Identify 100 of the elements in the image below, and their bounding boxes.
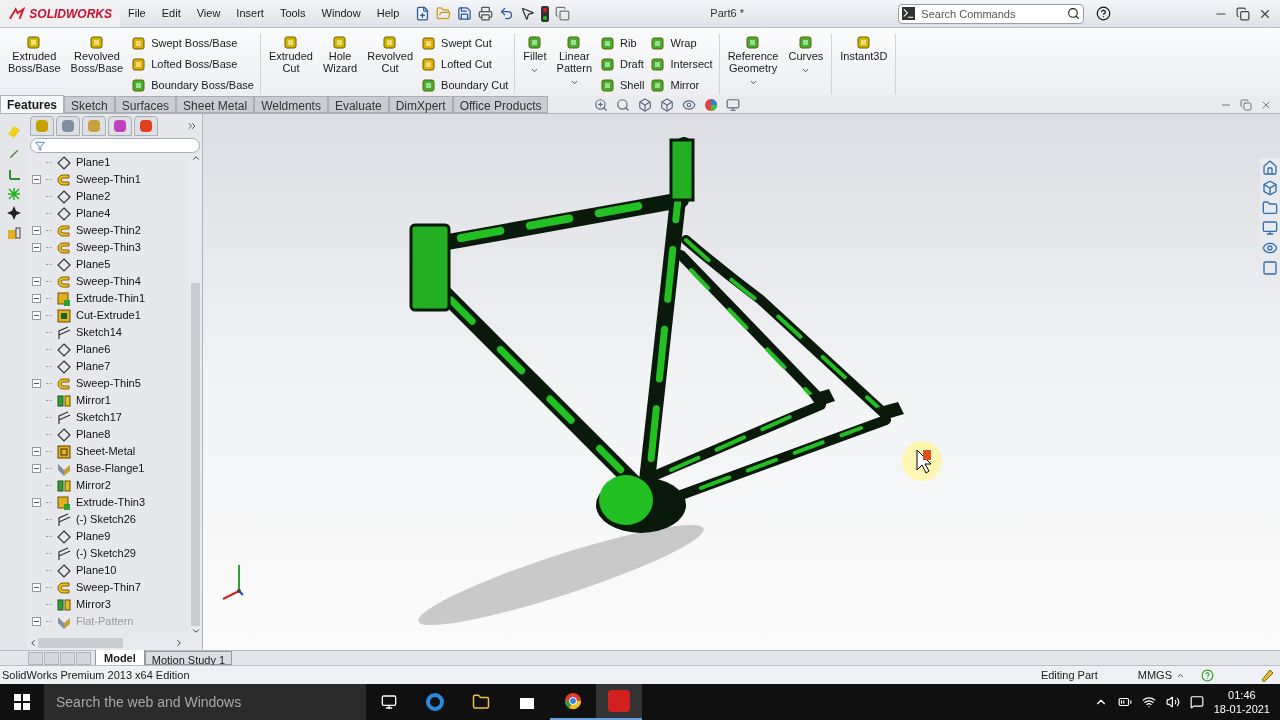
tree-item[interactable]: Plane9	[28, 528, 189, 545]
tree-item[interactable]: Sketch14	[28, 324, 189, 341]
search-commands-field[interactable]: Search Commands	[898, 3, 1085, 24]
bottom-tab[interactable]: Model	[95, 650, 145, 665]
units-button[interactable]: MMGS	[1137, 666, 1185, 684]
tree-item[interactable]: Plane4	[28, 205, 189, 222]
tree-item[interactable]: Sweep-Thin5	[28, 375, 189, 392]
ribbon-button[interactable]: Swept Boss/Base	[131, 34, 254, 52]
tree-item[interactable]: Sweep-Thin7	[28, 579, 189, 596]
ribbon-button[interactable]: Mirror	[650, 76, 713, 94]
command-tab[interactable]: DimXpert	[388, 96, 453, 113]
tree-item[interactable]: Mirror3	[28, 596, 189, 613]
taskbar-search-field[interactable]: Search the web and Windows	[44, 684, 366, 720]
expand-box-icon[interactable]	[31, 311, 41, 320]
command-tab[interactable]: Evaluate	[327, 96, 389, 113]
command-tab[interactable]: Weldments	[254, 96, 328, 113]
tree-item[interactable]: Base-Flange1	[28, 460, 189, 477]
expand-icon[interactable]	[186, 120, 198, 132]
options-icon[interactable]	[555, 6, 571, 21]
menu-item[interactable]: Tools	[271, 5, 314, 22]
ribbon-button[interactable]: Rib	[600, 34, 645, 52]
command-tab[interactable]: Surfaces	[114, 96, 177, 113]
tree-item[interactable]: Plane5	[28, 256, 189, 273]
undo-icon[interactable]	[499, 6, 515, 21]
ribbon-button[interactable]: Hole Wizard	[320, 34, 360, 74]
tree-item[interactable]: Sweep-Thin4	[28, 273, 189, 290]
tree-item[interactable]: Sweep-Thin1	[28, 171, 189, 188]
tree-item[interactable]: (-) Sketch26	[28, 511, 189, 528]
ribbon-button[interactable]: Fillet	[521, 34, 549, 75]
battery-icon[interactable]	[1117, 695, 1132, 709]
vertical-scrollbar[interactable]	[189, 153, 202, 636]
expand-box-icon[interactable]	[31, 226, 41, 235]
tree-item[interactable]: Sweep-Thin3	[28, 239, 189, 256]
save-icon[interactable]	[457, 6, 473, 21]
mate-reference-icon[interactable]	[7, 206, 21, 220]
ribbon-button[interactable]: Lofted Boss/Base	[131, 55, 254, 73]
manager-tab[interactable]	[134, 116, 158, 136]
tree-item[interactable]: Cut-Extrude1	[28, 307, 189, 324]
ribbon-button[interactable]: Swept Cut	[421, 34, 509, 52]
tree-item[interactable]: Extrude-Thin1	[28, 290, 189, 307]
ribbon-button[interactable]: Linear Pattern	[554, 34, 594, 87]
expand-box-icon[interactable]	[31, 175, 41, 184]
pencil-icon[interactable]	[1260, 668, 1274, 682]
manager-tab[interactable]	[108, 116, 132, 136]
command-tab[interactable]: Sketch	[64, 96, 115, 113]
task-pane-icon[interactable]	[1262, 200, 1278, 216]
tree-item[interactable]: Plane6	[28, 341, 189, 358]
traffic-light-icon[interactable]	[541, 5, 550, 22]
expand-box-icon[interactable]	[31, 379, 41, 388]
task-pane-icon[interactable]	[1262, 160, 1278, 176]
menu-item[interactable]: File	[120, 5, 154, 22]
wifi-icon[interactable]	[1141, 695, 1156, 709]
print-icon[interactable]	[478, 6, 494, 21]
display-style-icon[interactable]	[726, 98, 741, 112]
menu-item[interactable]: Window	[313, 5, 369, 22]
menu-item[interactable]: View	[188, 5, 229, 22]
command-tab[interactable]: Sheet Metal	[176, 96, 255, 113]
zoom-icon[interactable]	[594, 98, 609, 112]
ribbon-button[interactable]: Extruded Cut	[266, 34, 315, 74]
close-icon[interactable]	[1260, 99, 1272, 111]
expand-box-icon[interactable]	[31, 498, 41, 507]
tree-item[interactable]: Sketch17	[28, 409, 189, 426]
tree-item[interactable]: (-) Sketch29	[28, 545, 189, 562]
menu-item[interactable]: Edit	[153, 5, 189, 22]
menu-item[interactable]: Insert	[228, 5, 272, 22]
bottom-tab[interactable]: Motion Study 1	[144, 651, 233, 665]
tree-item[interactable]: Sweep-Thin2	[28, 222, 189, 239]
ribbon-button[interactable]: Lofted Cut	[421, 55, 509, 73]
task-pane-icon[interactable]	[1262, 240, 1278, 256]
tree-item[interactable]: Plane7	[28, 358, 189, 375]
task-pane-icon[interactable]	[1262, 220, 1278, 236]
command-tab[interactable]: Features	[0, 95, 65, 113]
zoom-area-icon[interactable]	[616, 98, 631, 112]
select-icon[interactable]	[520, 6, 536, 21]
tree-item[interactable]: Plane10	[28, 562, 189, 579]
tree-item[interactable]: Plane2	[28, 188, 189, 205]
tree-item[interactable]: Mirror1	[28, 392, 189, 409]
tree-item[interactable]: Sheet-Metal	[28, 443, 189, 460]
restore-icon[interactable]	[1236, 6, 1250, 21]
hide-show-icon[interactable]	[682, 98, 697, 112]
expand-box-icon[interactable]	[31, 464, 41, 473]
ribbon-button[interactable]: Wrap	[650, 34, 713, 52]
ribbon-button[interactable]: Draft	[600, 55, 645, 73]
expand-box-icon[interactable]	[31, 583, 41, 592]
command-tab[interactable]: Office Products	[452, 96, 549, 113]
new-document-icon[interactable]	[415, 6, 431, 21]
expand-box-icon[interactable]	[31, 277, 41, 286]
ribbon-button[interactable]: Extruded Boss/Base	[6, 34, 63, 74]
ribbon-button[interactable]: Boundary Cut	[421, 76, 509, 94]
ribbon-button[interactable]: Intersect	[650, 55, 713, 73]
view-orientation-icon[interactable]	[660, 98, 675, 112]
filter-field[interactable]	[30, 138, 200, 153]
ribbon-button[interactable]: Revolved Cut	[365, 34, 416, 74]
tree-item[interactable]: Extrude-Thin3	[28, 494, 189, 511]
volume-icon[interactable]	[1165, 695, 1180, 709]
manager-tab[interactable]	[56, 116, 80, 136]
help-icon[interactable]	[1096, 6, 1112, 21]
task-pane-icon[interactable]	[1262, 260, 1278, 276]
tree-item[interactable]: Mirror2	[28, 477, 189, 494]
bounding-box-icon[interactable]	[7, 226, 21, 240]
